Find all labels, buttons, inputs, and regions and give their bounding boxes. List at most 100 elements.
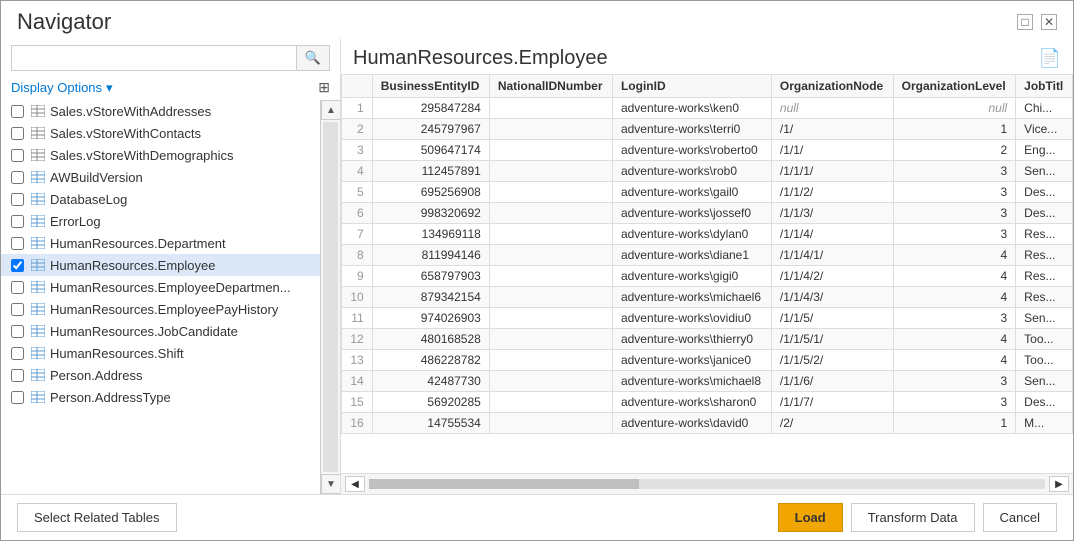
list-item-label: HumanResources.JobCandidate	[50, 324, 238, 339]
list-item-checkbox[interactable]	[11, 325, 24, 338]
list-item-checkbox[interactable]	[11, 193, 24, 206]
table-header-row: HumanResources.Employee 📄	[341, 39, 1073, 74]
cell-business-entity-id: 42487730	[372, 371, 489, 392]
list-item-checkbox[interactable]	[11, 281, 24, 294]
export-icon[interactable]: 📄	[1039, 48, 1061, 69]
list-item[interactable]: AWBuildVersion	[1, 166, 320, 188]
scroll-left-button[interactable]: ◀	[345, 476, 365, 492]
table-row: 12480168528adventure-works\thierry0/1/1/…	[342, 329, 1073, 350]
transform-data-button[interactable]: Transform Data	[851, 503, 975, 532]
list-item-label: HumanResources.Employee	[50, 258, 215, 273]
cell-org-level: 4	[893, 329, 1015, 350]
view-icon-el	[30, 103, 46, 119]
list-item-checkbox[interactable]	[11, 149, 24, 162]
scroll-up-button[interactable]: ▲	[321, 100, 340, 120]
list-item-label: HumanResources.EmployeeDepartmen...	[50, 280, 291, 295]
list-item-checkbox[interactable]	[11, 391, 24, 404]
list-item-label: Sales.vStoreWithDemographics	[50, 148, 234, 163]
title-bar: Navigator □ ✕	[1, 1, 1073, 39]
list-item[interactable]: Person.Address	[1, 364, 320, 386]
table-icon-el	[30, 235, 46, 251]
list-item[interactable]: DatabaseLog	[1, 188, 320, 210]
row-number: 4	[342, 161, 373, 182]
table-col-header: LoginID	[612, 75, 771, 98]
list-item-checkbox[interactable]	[11, 369, 24, 382]
table-row: 2245797967adventure-works\terri0/1/1Vice…	[342, 119, 1073, 140]
cell-org-level: 3	[893, 182, 1015, 203]
cell-job-title: Sen...	[1016, 371, 1073, 392]
list-item-checkbox[interactable]	[11, 303, 24, 316]
row-number: 15	[342, 392, 373, 413]
cell-login-id: adventure-works\michael6	[612, 287, 771, 308]
cell-org-level: 3	[893, 224, 1015, 245]
list-item[interactable]: HumanResources.JobCandidate	[1, 320, 320, 342]
row-number: 12	[342, 329, 373, 350]
table-row: 8811994146adventure-works\diane1/1/1/4/1…	[342, 245, 1073, 266]
cell-login-id: adventure-works\ken0	[612, 98, 771, 119]
list-item-checkbox[interactable]	[11, 237, 24, 250]
list-item-checkbox[interactable]	[11, 105, 24, 118]
table-title: HumanResources.Employee	[353, 47, 608, 70]
cancel-button[interactable]: Cancel	[983, 503, 1057, 532]
list-item-label: HumanResources.Shift	[50, 346, 184, 361]
list-item[interactable]: Person.AddressType	[1, 386, 320, 408]
table-row: 6998320692adventure-works\jossef0/1/1/3/…	[342, 203, 1073, 224]
cell-org-node: /1/1/7/	[771, 392, 893, 413]
search-icon[interactable]: 🔍	[296, 46, 329, 70]
scroll-right-button[interactable]: ▶	[1049, 476, 1069, 492]
cell-org-node: /1/1/6/	[771, 371, 893, 392]
list-item-checkbox[interactable]	[11, 127, 24, 140]
close-button[interactable]: ✕	[1041, 14, 1057, 30]
cell-login-id: adventure-works\dylan0	[612, 224, 771, 245]
cell-org-node: /1/1/4/1/	[771, 245, 893, 266]
list-item[interactable]: Sales.vStoreWithAddresses	[1, 100, 320, 122]
table-row: 7134969118adventure-works\dylan0/1/1/4/3…	[342, 224, 1073, 245]
cell-org-node: /1/1/4/3/	[771, 287, 893, 308]
list-item[interactable]: Sales.vStoreWithContacts	[1, 122, 320, 144]
bottom-left: Select Related Tables	[17, 503, 177, 532]
cell-login-id: adventure-works\gail0	[612, 182, 771, 203]
row-number: 8	[342, 245, 373, 266]
minimize-button[interactable]: □	[1017, 14, 1033, 30]
list-item[interactable]: HumanResources.Shift	[1, 342, 320, 364]
list-item[interactable]: ErrorLog	[1, 210, 320, 232]
cell-business-entity-id: 811994146	[372, 245, 489, 266]
window-title: Navigator	[17, 9, 111, 35]
display-options-button[interactable]: Display Options ▾	[11, 80, 113, 96]
cell-org-node: /1/1/2/	[771, 182, 893, 203]
list-item[interactable]: Sales.vStoreWithDemographics	[1, 144, 320, 166]
list-item-checkbox[interactable]	[11, 171, 24, 184]
list-item[interactable]: HumanResources.Employee	[1, 254, 320, 276]
list-item[interactable]: HumanResources.EmployeeDepartmen...	[1, 276, 320, 298]
main-area: 🔍 Display Options ▾ ⊞ Sales.vStoreWithAd…	[1, 39, 1073, 494]
cell-national-id	[489, 371, 612, 392]
select-related-tables-button[interactable]: Select Related Tables	[17, 503, 177, 532]
cell-org-node: /2/	[771, 413, 893, 434]
list-item-checkbox[interactable]	[11, 259, 24, 272]
cell-business-entity-id: 486228782	[372, 350, 489, 371]
row-number: 3	[342, 140, 373, 161]
cell-login-id: adventure-works\ovidiu0	[612, 308, 771, 329]
data-table-container[interactable]: BusinessEntityIDNationalIDNumberLoginIDO…	[341, 74, 1073, 473]
list-item[interactable]: HumanResources.Department	[1, 232, 320, 254]
cell-business-entity-id: 695256908	[372, 182, 489, 203]
list-item-label: Sales.vStoreWithAddresses	[50, 104, 211, 119]
cell-business-entity-id: 509647174	[372, 140, 489, 161]
list-item-checkbox[interactable]	[11, 347, 24, 360]
cell-job-title: Vice...	[1016, 119, 1073, 140]
load-button[interactable]: Load	[778, 503, 843, 532]
row-number: 9	[342, 266, 373, 287]
cell-org-node: /1/	[771, 119, 893, 140]
list-item[interactable]: HumanResources.EmployeePayHistory	[1, 298, 320, 320]
table-row: 1556920285adventure-works\sharon0/1/1/7/…	[342, 392, 1073, 413]
right-panel: HumanResources.Employee 📄 BusinessEntity…	[341, 39, 1073, 494]
cell-job-title: Res...	[1016, 245, 1073, 266]
scroll-down-button[interactable]: ▼	[321, 474, 340, 494]
search-input[interactable]	[12, 47, 296, 70]
list-item-checkbox[interactable]	[11, 215, 24, 228]
table-body: 1295847284adventure-works\ken0nullnullCh…	[342, 98, 1073, 434]
cell-business-entity-id: 998320692	[372, 203, 489, 224]
view-options-icon[interactable]: ⊞	[318, 79, 330, 96]
title-bar-controls: □ ✕	[1017, 14, 1057, 30]
table-icon-el	[30, 323, 46, 339]
